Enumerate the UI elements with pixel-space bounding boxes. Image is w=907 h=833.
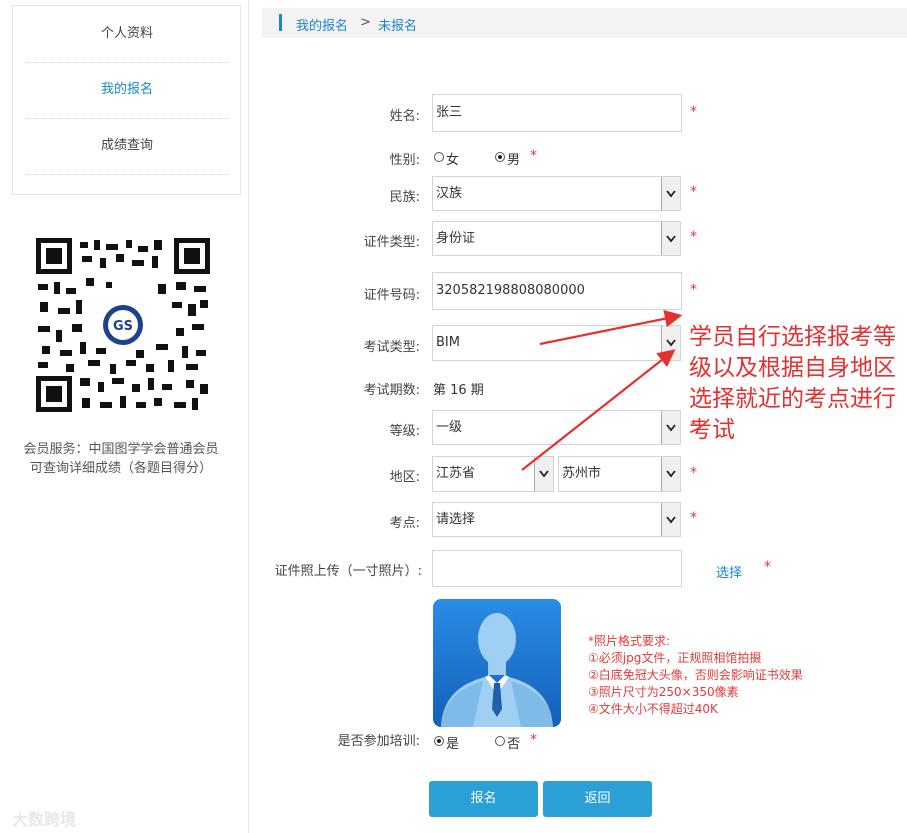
watermark: 大数跨境 [12, 810, 77, 829]
annotation-text: 学员自行选择报考等级以及根据自身地区选择就近的考点进行考试 [689, 324, 896, 443]
